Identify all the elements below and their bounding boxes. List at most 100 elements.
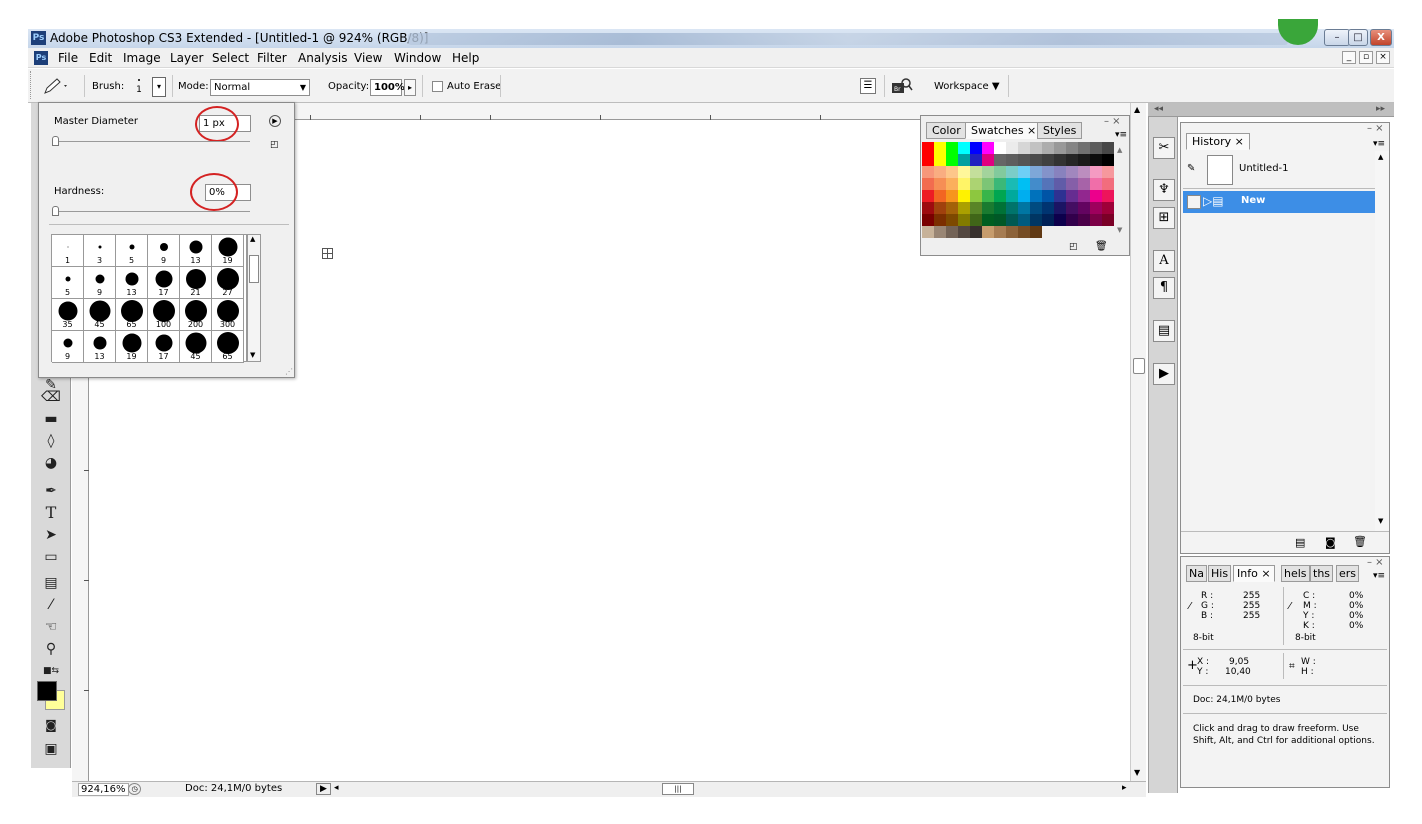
color-swatch[interactable] [946,166,958,178]
color-swatch[interactable] [958,178,970,190]
brush-tip-cell[interactable]: 45 [84,299,116,331]
pen-tool-icon[interactable]: ✒ [39,481,63,501]
type-tool-icon[interactable]: T [39,503,63,523]
auto-erase-checkbox[interactable] [432,81,443,92]
color-swatch[interactable] [922,226,934,238]
color-swatch[interactable] [1078,214,1090,226]
color-swatch[interactable] [1030,214,1042,226]
tab-paths[interactable]: ths [1310,565,1334,582]
scroll-up-arrow-icon[interactable]: ▲ [1378,153,1383,161]
mode-select[interactable]: Normal ▼ [210,79,310,96]
foreground-color-swatch[interactable] [37,681,57,701]
color-swatch[interactable] [958,154,970,166]
brush-tip-cell[interactable]: 9 [52,331,84,363]
panel-menu-icon[interactable]: ▾≡ [1115,130,1127,140]
color-swatch[interactable] [958,214,970,226]
menu-filter[interactable]: Filter [257,51,287,65]
color-swatch[interactable] [982,142,994,154]
color-swatch[interactable] [934,214,946,226]
color-swatch[interactable] [1090,178,1102,190]
path-selection-tool-icon[interactable]: ➤ [39,525,63,545]
brush-tip-cell[interactable]: 300 [212,299,244,331]
gradient-tool-icon[interactable]: ▬ [39,409,63,429]
color-swatch[interactable] [1102,178,1114,190]
color-swatch[interactable] [1054,178,1066,190]
color-swatch[interactable] [1006,226,1018,238]
brush-tip-cell[interactable]: 9 [84,267,116,299]
scroll-up-arrow-icon[interactable]: ▲ [250,235,255,243]
color-swatch[interactable] [970,226,982,238]
brush-tip-cell[interactable]: 13 [116,267,148,299]
color-swatch[interactable] [994,154,1006,166]
master-diameter-slider-thumb[interactable] [52,136,59,146]
color-swatch[interactable] [970,190,982,202]
layer-comps-icon[interactable]: ▤ [1153,320,1175,342]
color-swatch[interactable] [1006,154,1018,166]
color-swatch[interactable] [1006,214,1018,226]
clone-source-icon[interactable]: ⊞ [1153,207,1175,229]
brush-grid-scrollbar[interactable]: ▲ ▼ [247,234,261,362]
color-swatch[interactable] [934,142,946,154]
scroll-thumb[interactable] [1133,358,1145,374]
history-state-row[interactable]: ▷▤ New [1183,191,1375,213]
color-swatch[interactable] [946,142,958,154]
scroll-down-arrow-icon[interactable]: ▼ [1378,517,1383,525]
menu-edit[interactable]: Edit [89,51,112,65]
menu-help[interactable]: Help [452,51,479,65]
menu-analysis[interactable]: Analysis [298,51,347,65]
color-swatch[interactable] [970,154,982,166]
color-swatch[interactable] [1042,178,1054,190]
menu-window[interactable]: Window [394,51,441,65]
color-swatch[interactable] [982,166,994,178]
color-swatch[interactable] [1042,214,1054,226]
color-swatch[interactable] [934,178,946,190]
brush-menu-arrow-icon[interactable]: ▶ [269,115,281,127]
color-swatch[interactable] [1018,214,1030,226]
color-swatch[interactable] [958,202,970,214]
color-swatch[interactable] [1066,154,1078,166]
color-swatch[interactable] [982,214,994,226]
document-app-icon[interactable]: Ps [34,51,48,65]
color-swatch[interactable] [1018,178,1030,190]
color-swatch[interactable] [1042,190,1054,202]
tab-navigator[interactable]: Na [1186,565,1207,582]
color-swatch[interactable] [946,190,958,202]
doc-close-button[interactable]: × [1376,51,1390,64]
color-swatch[interactable] [1102,142,1114,154]
opacity-input[interactable]: 100% [370,79,405,96]
color-swatch[interactable] [1054,190,1066,202]
quick-mask-icon[interactable]: ◙ [39,715,63,735]
menu-image[interactable]: Image [123,51,161,65]
tab-styles[interactable]: Styles [1037,122,1083,139]
master-diameter-slider[interactable] [54,141,250,142]
menu-file[interactable]: File [58,51,78,65]
color-swatch[interactable] [1102,154,1114,166]
rectangle-tool-icon[interactable]: ▭ [39,547,63,567]
color-swatch[interactable] [934,190,946,202]
color-swatch[interactable] [934,154,946,166]
tab-histogram[interactable]: His [1208,565,1232,582]
vertical-scrollbar[interactable]: ▲ ▼ [1130,103,1146,783]
color-swatch[interactable] [1006,142,1018,154]
color-swatch[interactable] [1030,142,1042,154]
color-swatch[interactable] [982,226,994,238]
window-maximize-button[interactable]: □ [1348,29,1368,46]
color-swatch[interactable] [1102,190,1114,202]
color-swatch[interactable] [982,202,994,214]
color-swatch[interactable] [1018,226,1030,238]
brush-tip-cell[interactable]: 19 [212,235,244,267]
zoom-tool-icon[interactable]: ⚲ [39,639,63,659]
screen-mode-icon[interactable]: ▣ [39,739,63,759]
color-swatch[interactable] [1090,202,1102,214]
horizontal-scroll-thumb[interactable]: ||| [662,783,694,795]
hand-tool-icon[interactable]: ☜ [39,617,63,637]
resize-grip-icon[interactable]: ⋰ [285,367,293,376]
color-swatch[interactable] [922,142,934,154]
trash-icon[interactable]: 🗑 [1353,535,1367,548]
tab-color[interactable]: Color [926,122,967,139]
color-swatch[interactable] [934,166,946,178]
color-swatch[interactable] [922,190,934,202]
color-swatch[interactable] [1078,142,1090,154]
color-swatch[interactable] [1006,166,1018,178]
color-swatch[interactable] [994,178,1006,190]
